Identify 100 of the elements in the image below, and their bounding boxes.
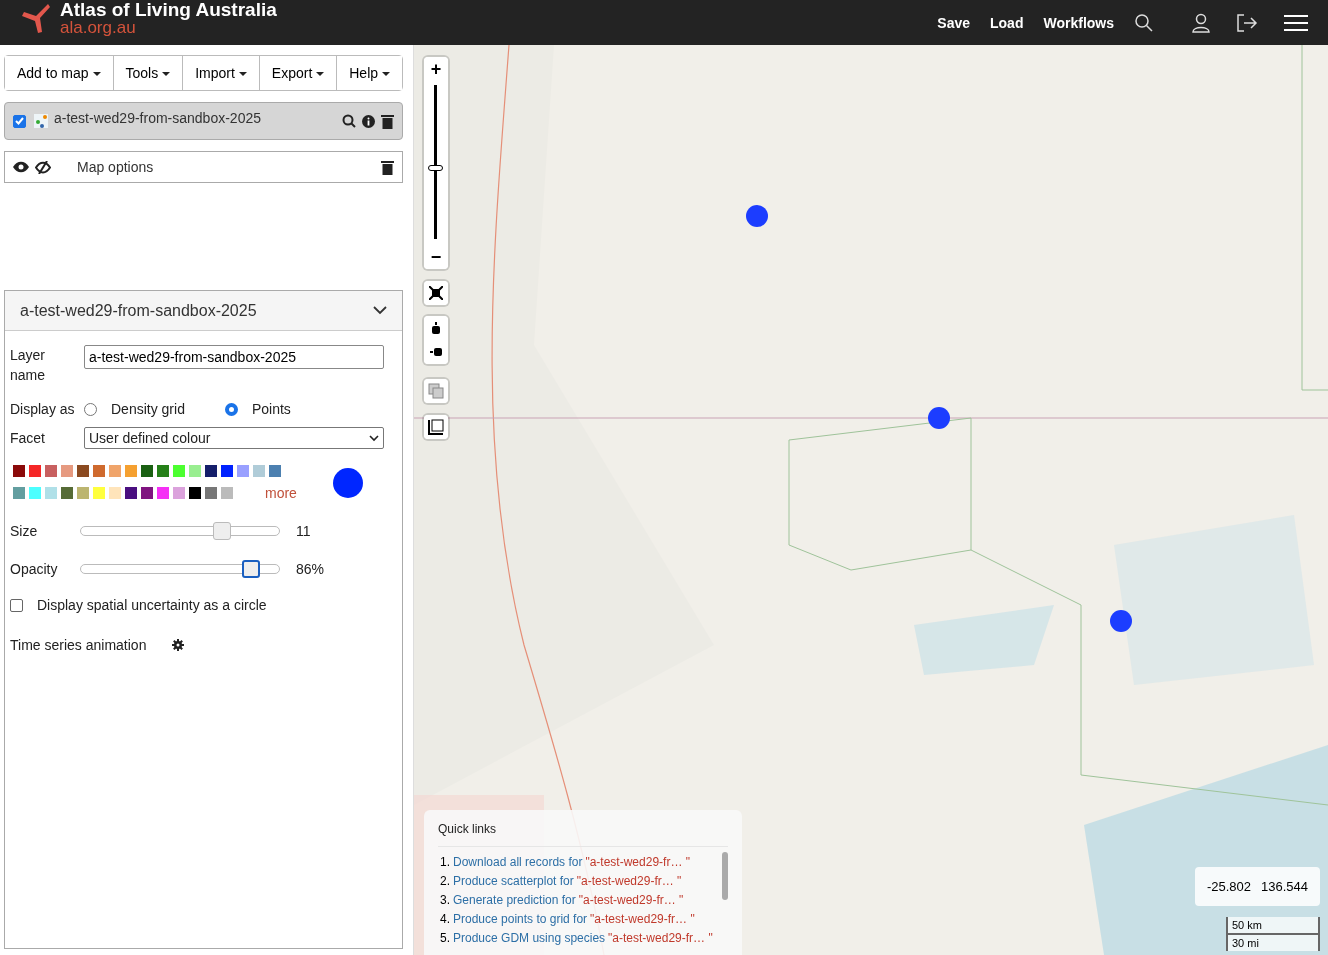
logo-title: Atlas of Living Australia [60, 0, 277, 19]
layer-name: "a-test-wed29-fr… " [585, 854, 690, 871]
layer-name: "a-test-wed29-fr… " [590, 911, 695, 928]
layer-row[interactable]: a-test-wed29-from-sandbox-2025 [4, 102, 403, 140]
eye-icon[interactable] [13, 161, 29, 173]
radio-label: Points [251, 401, 291, 417]
quick-link[interactable]: Produce points to grid for [453, 910, 588, 929]
map-options-label: Map options [77, 159, 155, 175]
nav-link[interactable]: Save [937, 14, 970, 31]
animation-label: Time series animation [10, 637, 147, 653]
layer-name: "a-test-wed29-fr… " [578, 892, 684, 909]
zoom-icon[interactable] [342, 114, 356, 128]
quick-links-title: Quick links [438, 822, 728, 847]
panel-header[interactable]: a-test-wed29-from-sandbox-2025 [5, 291, 402, 331]
colour-swatch[interactable] [125, 465, 137, 477]
search-icon[interactable] [1134, 12, 1154, 33]
colour-swatch[interactable] [221, 465, 233, 477]
nav-link[interactable]: Load [990, 14, 1024, 31]
colour-swatch[interactable] [141, 465, 153, 477]
slider-thumb[interactable] [212, 522, 231, 540]
colour-swatch[interactable] [61, 487, 73, 499]
colour-swatch[interactable] [269, 465, 281, 477]
colour-swatch[interactable] [125, 487, 137, 499]
colour-swatch[interactable] [77, 487, 89, 499]
menu-button[interactable]: Add to map [5, 56, 114, 90]
coordinate: 136.544 [1261, 879, 1308, 894]
colour-swatch[interactable] [173, 465, 185, 477]
facet-value: User defined colour [89, 430, 211, 446]
quick-link[interactable]: Generate prediction for [453, 891, 576, 910]
list-number: 5. [440, 930, 450, 947]
colour-swatch[interactable] [93, 487, 105, 499]
colour-swatch[interactable] [29, 487, 41, 499]
layer-name: "a-test-wed29-fr… " [576, 873, 682, 890]
colour-swatch[interactable] [93, 465, 105, 477]
radio-label: Density grid [111, 401, 185, 417]
colour-swatch[interactable] [45, 487, 57, 499]
slider-value: 11 [296, 523, 311, 539]
measure-button[interactable] [424, 415, 448, 439]
user-icon[interactable] [1192, 12, 1210, 33]
colour-swatch[interactable] [13, 487, 25, 499]
menu-icon[interactable] [1284, 13, 1308, 32]
radio-button[interactable] [224, 402, 238, 416]
checkbox-label: Display spatial uncertainty as a circle [37, 597, 267, 613]
colour-swatch[interactable] [189, 465, 201, 477]
colour-swatch[interactable] [141, 487, 153, 499]
slider-value: 86% [296, 561, 325, 577]
chevron-icon [369, 434, 379, 442]
colour-swatch[interactable] [189, 487, 201, 499]
list-number: 4. [440, 911, 450, 928]
colour-swatch[interactable] [77, 465, 89, 477]
colour-swatch[interactable] [205, 465, 217, 477]
logout-icon[interactable] [1236, 12, 1258, 33]
quick-link[interactable]: Produce scatterplot for [453, 872, 574, 891]
trash-icon[interactable] [381, 113, 394, 129]
more-link[interactable]: more [265, 485, 297, 501]
colour-swatch[interactable] [157, 487, 169, 499]
slider-thumb[interactable] [242, 560, 261, 578]
checkbox[interactable] [10, 598, 23, 612]
map-options-row[interactable]: Map options [4, 151, 403, 183]
facet-select[interactable]: User defined colour [84, 427, 384, 449]
fullscreen-button[interactable] [424, 281, 448, 305]
field-label: Display as [10, 400, 76, 419]
zoom-slider-thumb[interactable] [428, 164, 443, 171]
colour-swatch[interactable] [45, 465, 57, 477]
logo-subtitle: ala.org.au [60, 18, 136, 36]
quick-link[interactable]: Produce GDM using species [453, 929, 606, 948]
line-icon [430, 348, 442, 356]
list-number: 1. [440, 854, 450, 871]
trash-icon[interactable] [381, 159, 394, 175]
chevron-icon[interactable] [373, 306, 387, 315]
ruler-icon [428, 419, 444, 435]
colour-swatch[interactable] [13, 465, 25, 477]
colour-swatch[interactable] [61, 465, 73, 477]
colour-swatch[interactable] [221, 487, 233, 499]
selected-colour[interactable] [332, 468, 363, 498]
info-icon[interactable] [362, 114, 375, 128]
colour-swatch[interactable] [253, 465, 265, 477]
colour-swatch[interactable] [109, 487, 121, 499]
field-label: Layer name [10, 346, 47, 385]
quick-link[interactable]: Download all records for [453, 853, 583, 872]
colour-swatch[interactable] [29, 465, 41, 477]
field-label: Facet [10, 429, 46, 448]
layer-checkbox[interactable] [13, 114, 26, 128]
layer-icon [34, 114, 48, 128]
colour-swatch[interactable] [173, 487, 185, 499]
layers-button[interactable] [424, 379, 448, 403]
colour-swatch[interactable] [157, 465, 169, 477]
colour-swatch[interactable] [109, 465, 121, 477]
scale-label: 50 km [1232, 919, 1262, 931]
gear-icon[interactable] [172, 639, 185, 651]
list-number: 2. [440, 873, 450, 890]
fullscreen-icon [429, 286, 443, 300]
layer-name: a-test-wed29-from-sandbox-2025 [54, 110, 262, 126]
layer-name-field[interactable]: a-test-wed29-from-sandbox-2025 [84, 345, 384, 369]
colour-swatch[interactable] [237, 465, 249, 477]
colour-swatch[interactable] [205, 487, 217, 499]
eye-slash-icon[interactable] [35, 160, 51, 174]
nav-link[interactable]: Workflows [1043, 14, 1114, 31]
coordinate: -25.802 [1206, 879, 1251, 894]
layers-icon [428, 383, 444, 399]
